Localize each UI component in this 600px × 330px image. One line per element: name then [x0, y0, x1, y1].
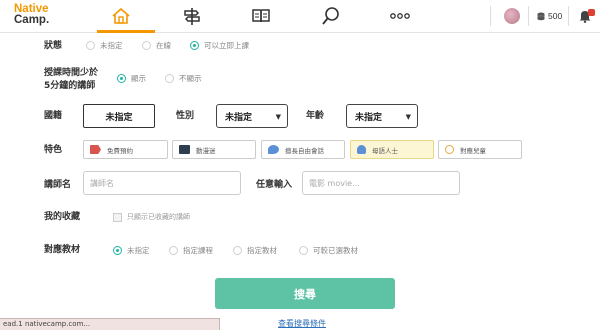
ticket-icon: [90, 145, 101, 154]
tag-native-speaker[interactable]: 母語人士: [350, 140, 434, 159]
smile-icon: [445, 145, 454, 154]
chevron-down-icon: ▼: [405, 113, 411, 121]
radio-button[interactable]: [142, 41, 151, 50]
coin-count: 500: [548, 11, 563, 21]
tag-anime-fan[interactable]: 動漫迷: [172, 140, 256, 159]
material-option-textbook[interactable]: 指定教材: [233, 245, 277, 256]
top-navigation-bar: Native Camp. 500: [0, 0, 600, 33]
material-option-course[interactable]: 指定課程: [169, 245, 213, 256]
more-icon[interactable]: [388, 5, 412, 27]
min-lessons-option-hide[interactable]: 不顯示: [165, 73, 202, 84]
radio-button[interactable]: [86, 41, 95, 50]
tutor-name-input[interactable]: 講師名: [83, 171, 241, 195]
radio-button[interactable]: [165, 74, 174, 83]
age-label: 年齡: [306, 111, 325, 121]
radio-button[interactable]: [299, 246, 308, 255]
tag-kids-friendly[interactable]: 對應兒童: [438, 140, 522, 159]
user-avatar[interactable]: [504, 8, 520, 24]
min-lessons-label-line1: 授課時間少於: [44, 68, 99, 78]
divider: [568, 6, 569, 26]
search-icon[interactable]: [319, 5, 343, 27]
material-option-unspecified[interactable]: 未指定: [113, 245, 150, 256]
favorites-label: 我的收藏: [44, 212, 81, 222]
favorites-only-checkbox[interactable]: 只顯示已收藏的講師: [113, 212, 190, 222]
material-option-selected-textbook[interactable]: 可較已選教材: [299, 245, 358, 256]
tag-free-conversation[interactable]: 擅長自由會話: [261, 140, 345, 159]
nationality-label: 國籍: [44, 111, 63, 121]
radio-button-selected[interactable]: [190, 41, 199, 50]
anime-icon: [179, 145, 190, 154]
radio-button-selected[interactable]: [113, 246, 122, 255]
home-icon[interactable]: [109, 5, 133, 27]
material-label: 對應教材: [44, 245, 81, 255]
gender-label: 性別: [176, 111, 195, 121]
status-label: 狀態: [44, 41, 63, 51]
keyword-input[interactable]: 電影 movie...: [302, 171, 460, 195]
radio-button[interactable]: [233, 246, 242, 255]
more-conditions-link[interactable]: 查看搜尋條件: [278, 318, 326, 329]
notification-badge: [588, 9, 595, 16]
nationality-select[interactable]: 未指定: [83, 104, 155, 128]
status-option-unspecified[interactable]: 未指定: [86, 40, 123, 51]
keyword-label: 任意輸入: [256, 180, 293, 190]
person-icon: [357, 145, 366, 154]
radio-button[interactable]: [169, 246, 178, 255]
checkbox[interactable]: [113, 212, 122, 222]
radio-button-selected[interactable]: [117, 74, 126, 83]
gender-dropdown[interactable]: 未指定 ▼: [216, 104, 288, 128]
divider: [490, 6, 491, 26]
tutor-name-label: 講師名: [44, 180, 72, 190]
age-dropdown[interactable]: 未指定 ▼: [346, 104, 418, 128]
divider: [528, 6, 529, 26]
status-option-online[interactable]: 在線: [142, 40, 171, 51]
signpost-icon[interactable]: [180, 5, 204, 27]
browser-status-bar: ead.1 nativecamp.com...: [0, 318, 220, 330]
tag-free-reservation[interactable]: 免費預約: [83, 140, 168, 159]
chevron-down-icon: ▼: [275, 113, 281, 121]
active-tab-indicator: [97, 30, 155, 33]
coin-balance[interactable]: 500: [537, 11, 562, 21]
book-icon[interactable]: [249, 5, 273, 27]
min-lessons-label-line2: 5分鐘的講師: [44, 81, 96, 91]
chat-bubble-icon: [268, 145, 279, 154]
search-button[interactable]: 搜尋: [215, 278, 395, 309]
features-label: 特色: [44, 145, 63, 155]
min-lessons-option-show[interactable]: 顯示: [117, 73, 146, 84]
coin-stack-icon: [537, 12, 545, 20]
status-option-available-now[interactable]: 可以立即上課: [190, 40, 249, 51]
native-camp-logo[interactable]: Native Camp.: [14, 3, 49, 26]
